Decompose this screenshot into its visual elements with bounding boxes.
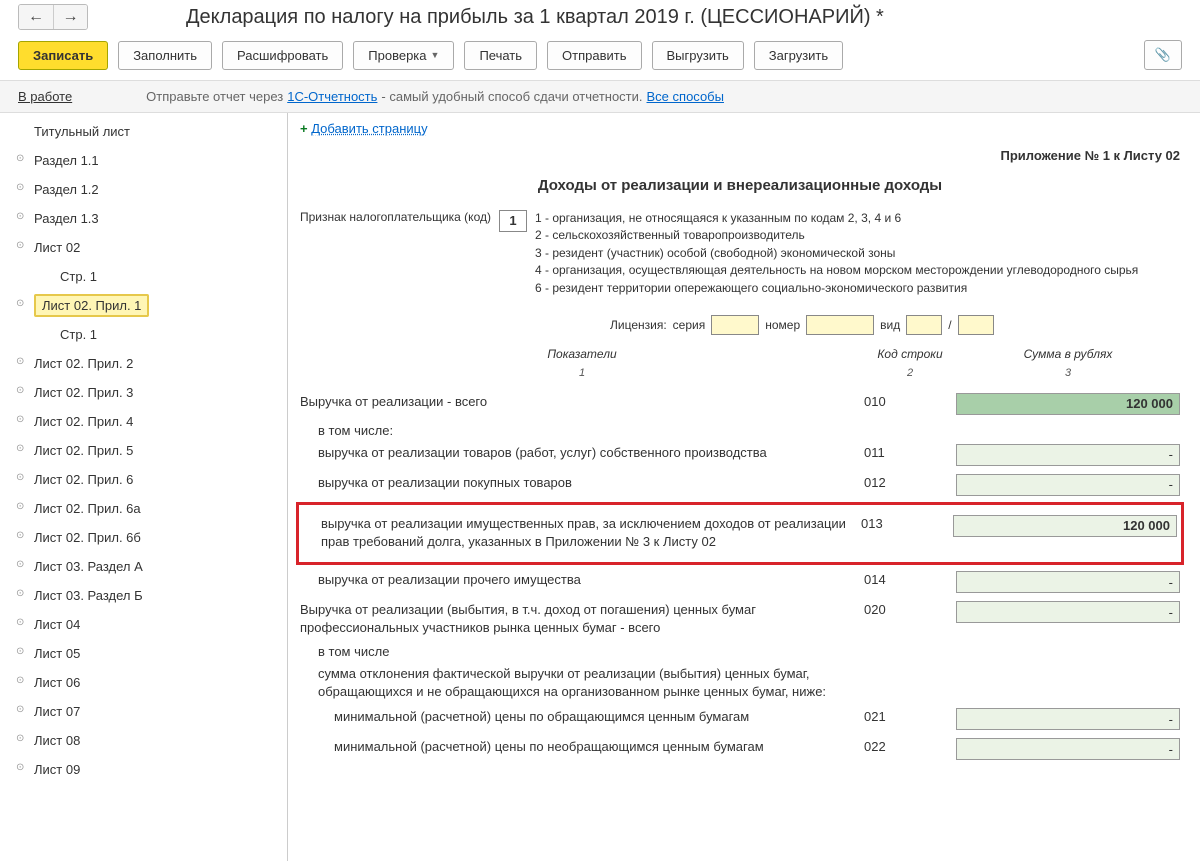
input-014[interactable] — [956, 571, 1180, 593]
toolbar: Записать Заполнить Расшифровать Проверка… — [0, 36, 1200, 80]
status-lead[interactable]: В работе — [18, 89, 72, 104]
row-010: Выручка от реализации - всего 010 120 00… — [300, 389, 1180, 419]
input-021[interactable] — [956, 708, 1180, 730]
license-subtype-input[interactable] — [958, 315, 994, 335]
sidebar-item-17[interactable]: Лист 04 — [2, 610, 287, 639]
forward-button[interactable]: → — [53, 5, 87, 29]
appendix-label: Приложение № 1 к Листу 02 — [300, 142, 1180, 173]
column-headers: Показатели Код строки Сумма в рублях — [300, 345, 1180, 367]
decode-button[interactable]: Расшифровать — [222, 41, 343, 70]
input-011[interactable] — [956, 444, 1180, 466]
sidebar-item-19[interactable]: Лист 06 — [2, 668, 287, 697]
license-series-input[interactable] — [711, 315, 759, 335]
input-013[interactable]: 120 000 — [953, 515, 1177, 537]
paperclip-icon: 📎 — [1155, 47, 1171, 63]
sidebar-item-1[interactable]: Раздел 1.1 — [2, 146, 287, 175]
highlighted-row: выручка от реализации имущественных прав… — [296, 502, 1184, 565]
sidebar-item-16[interactable]: Лист 03. Раздел Б — [2, 581, 287, 610]
sidebar-item-9[interactable]: Лист 02. Прил. 3 — [2, 378, 287, 407]
input-022[interactable] — [956, 738, 1180, 760]
sidebar-item-10[interactable]: Лист 02. Прил. 4 — [2, 407, 287, 436]
sidebar-item-7[interactable]: Стр. 1 — [2, 320, 287, 349]
sidebar-item-13[interactable]: Лист 02. Прил. 6а — [2, 494, 287, 523]
sidebar-item-18[interactable]: Лист 05 — [2, 639, 287, 668]
sidebar-item-22[interactable]: Лист 09 — [2, 755, 287, 784]
sidebar: Титульный листРаздел 1.1Раздел 1.2Раздел… — [0, 113, 288, 861]
input-012[interactable] — [956, 474, 1180, 496]
taxpayer-code-input[interactable]: 1 — [499, 210, 527, 232]
check-button[interactable]: Проверка▼ — [353, 41, 454, 70]
plus-icon: + — [300, 121, 308, 136]
link-1c-reporting[interactable]: 1С-Отчетность — [287, 89, 377, 104]
upload-button[interactable]: Выгрузить — [652, 41, 744, 70]
input-010[interactable]: 120 000 — [956, 393, 1180, 415]
chevron-down-icon: ▼ — [431, 50, 440, 60]
sidebar-item-2[interactable]: Раздел 1.2 — [2, 175, 287, 204]
sidebar-item-11[interactable]: Лист 02. Прил. 5 — [2, 436, 287, 465]
attach-button[interactable]: 📎 — [1144, 40, 1182, 70]
sidebar-item-8[interactable]: Лист 02. Прил. 2 — [2, 349, 287, 378]
print-button[interactable]: Печать — [464, 41, 537, 70]
row-013: выручка от реализации имущественных прав… — [303, 511, 1177, 554]
sidebar-item-6[interactable]: Лист 02. Прил. 1 — [2, 291, 287, 320]
page-title: Декларация по налогу на прибыль за 1 ква… — [186, 6, 884, 29]
license-row: Лицензия: серия номер вид / — [610, 309, 1180, 345]
row-012: выручка от реализации покупных товаров 0… — [300, 470, 1180, 500]
download-button[interactable]: Загрузить — [754, 41, 843, 70]
sidebar-item-4[interactable]: Лист 02 — [2, 233, 287, 262]
fill-button[interactable]: Заполнить — [118, 41, 212, 70]
sidebar-item-12[interactable]: Лист 02. Прил. 6 — [2, 465, 287, 494]
save-button[interactable]: Записать — [18, 41, 108, 70]
license-number-input[interactable] — [806, 315, 874, 335]
sidebar-item-15[interactable]: Лист 03. Раздел А — [2, 552, 287, 581]
sidebar-item-5[interactable]: Стр. 1 — [2, 262, 287, 291]
send-button[interactable]: Отправить — [547, 41, 641, 70]
license-type-input[interactable] — [906, 315, 942, 335]
input-020[interactable] — [956, 601, 1180, 623]
add-page-link[interactable]: + Добавить страницу — [300, 119, 1180, 142]
link-all-methods[interactable]: Все способы — [647, 89, 724, 104]
sidebar-item-0[interactable]: Титульный лист — [2, 117, 287, 146]
row-022: минимальной (расчетной) цены по необраща… — [300, 734, 1180, 764]
taxpayer-label: Признак налогоплательщика (код) — [300, 210, 491, 224]
row-020: Выручка от реализации (выбытия, в т.ч. д… — [300, 597, 1180, 640]
status-bar: В работе Отправьте отчет через 1С-Отчетн… — [0, 80, 1200, 113]
sidebar-item-20[interactable]: Лист 07 — [2, 697, 287, 726]
row-014: выручка от реализации прочего имущества … — [300, 567, 1180, 597]
nav-buttons: ← → — [18, 4, 88, 30]
content-area: + Добавить страницу Приложение № 1 к Лис… — [288, 113, 1200, 861]
row-011: выручка от реализации товаров (работ, ус… — [300, 440, 1180, 470]
sidebar-item-3[interactable]: Раздел 1.3 — [2, 204, 287, 233]
sidebar-item-14[interactable]: Лист 02. Прил. 6б — [2, 523, 287, 552]
form-title: Доходы от реализации и внереализационные… — [300, 173, 1180, 208]
sidebar-item-21[interactable]: Лист 08 — [2, 726, 287, 755]
back-button[interactable]: ← — [19, 5, 53, 29]
taxpayer-code-legend: 1 - организация, не относящаяся к указан… — [535, 210, 1138, 297]
row-021: минимальной (расчетной) цены по обращающ… — [300, 704, 1180, 734]
